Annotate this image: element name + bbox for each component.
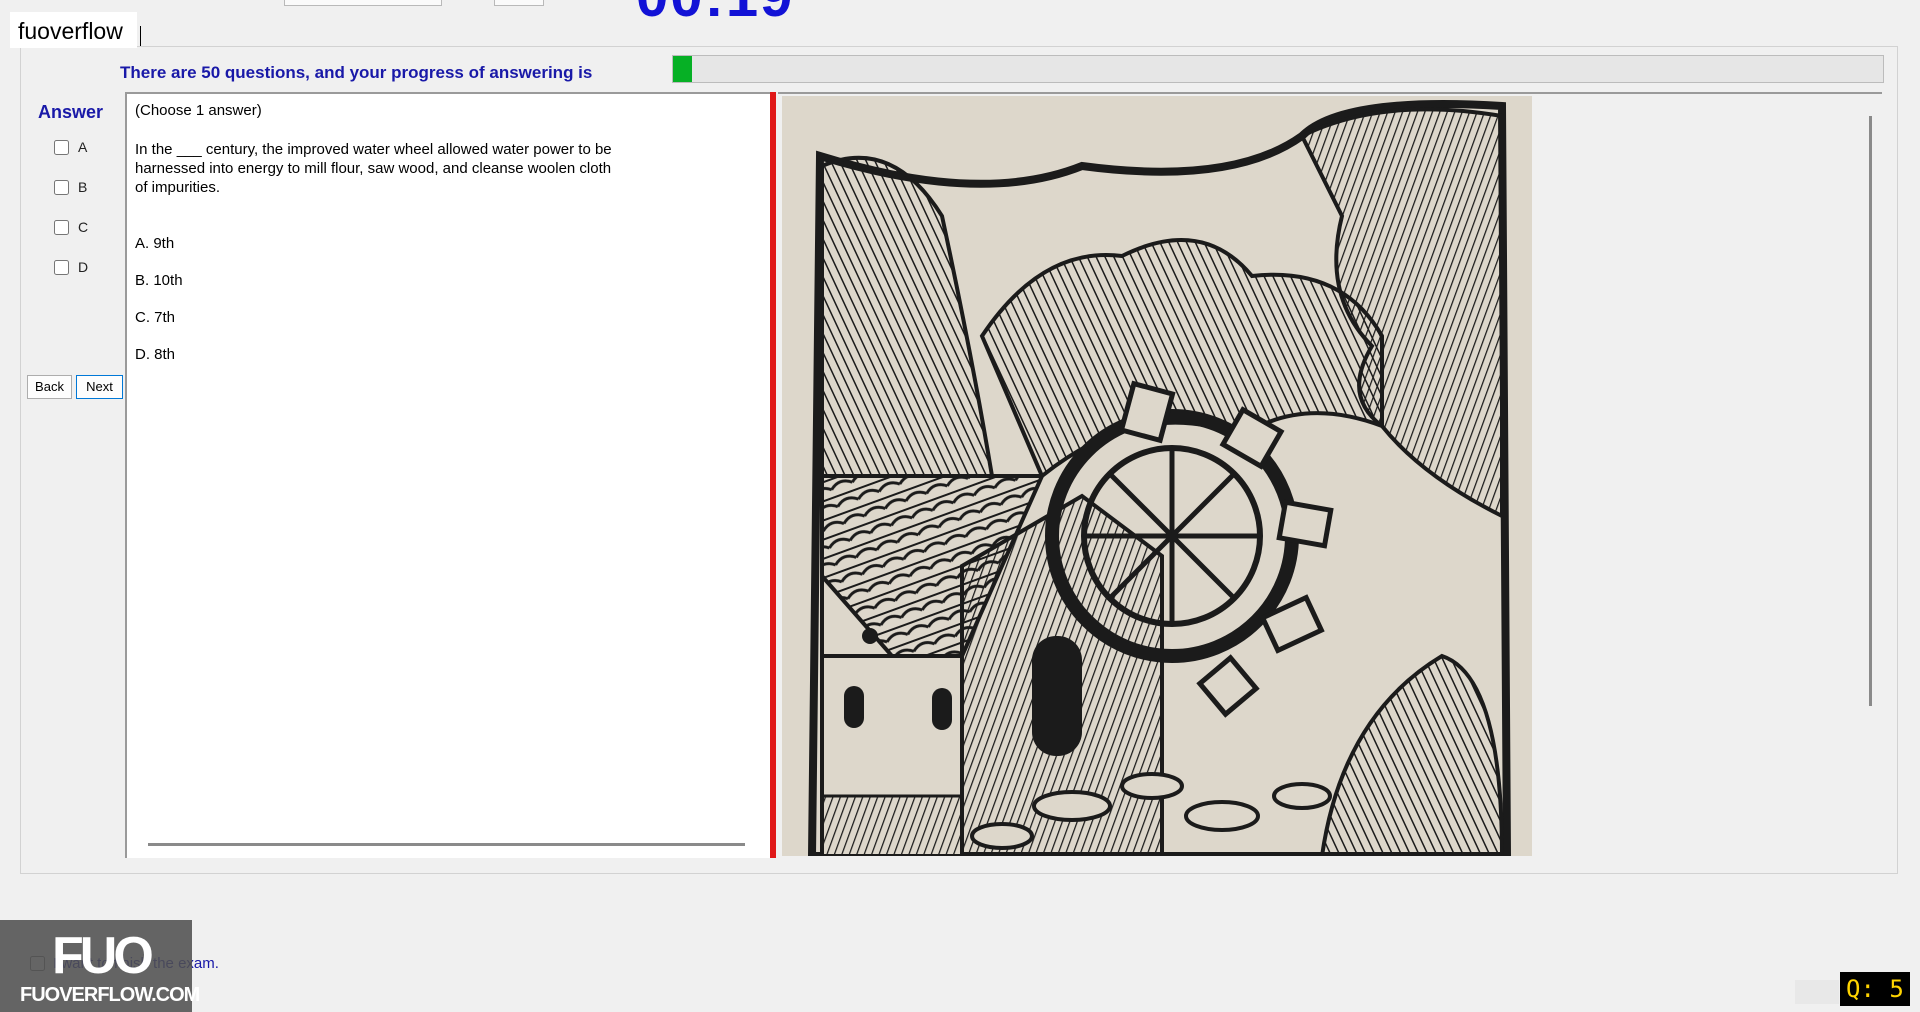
answer-option-c[interactable]: C bbox=[54, 217, 88, 237]
question-option-c: C. 7th bbox=[135, 309, 176, 326]
answer-heading: Answer bbox=[38, 102, 104, 122]
answer-option-d[interactable]: D bbox=[54, 257, 88, 277]
brand-tag: fuoverflow bbox=[10, 12, 137, 48]
question-instruction: (Choose 1 answer) bbox=[135, 102, 262, 119]
exam-timer: 00:19 bbox=[636, 0, 794, 26]
answer-checkbox-c[interactable] bbox=[54, 219, 69, 235]
answer-checkbox-a[interactable] bbox=[54, 139, 69, 155]
woodcut-image bbox=[782, 96, 1532, 856]
answer-option-label: D bbox=[78, 259, 89, 275]
answer-option-label: C bbox=[78, 219, 89, 235]
horizontal-scrollbar[interactable] bbox=[148, 843, 745, 846]
answer-option-b[interactable]: B bbox=[54, 177, 87, 197]
top-small-field[interactable] bbox=[494, 0, 544, 6]
top-input-field[interactable] bbox=[284, 0, 442, 6]
question-option-a: A. 9th bbox=[135, 235, 175, 252]
woodcut-water-wheel-illustration bbox=[782, 96, 1532, 856]
question-option-b: B. 10th bbox=[135, 272, 183, 289]
vertical-scrollbar[interactable] bbox=[1869, 116, 1872, 706]
watermark-site: FUOVERFLOW.COM bbox=[20, 984, 200, 1006]
question-option-d: D. 8th bbox=[135, 346, 176, 363]
answer-checkbox-b[interactable] bbox=[54, 179, 69, 195]
question-counter: Q: 5 bbox=[1840, 972, 1910, 1006]
question-text: In the ___ century, the improved water w… bbox=[135, 141, 612, 196]
panel-divider[interactable] bbox=[770, 92, 776, 858]
watermark-logo: FUO bbox=[52, 927, 154, 985]
next-button[interactable]: Next bbox=[76, 375, 123, 399]
fuoverflow-watermark: FUO FUOVERFLOW.COM bbox=[0, 920, 200, 1012]
answer-option-label: B bbox=[78, 179, 88, 195]
answer-checkbox-d[interactable] bbox=[54, 259, 69, 275]
bottom-status-box bbox=[1795, 980, 1839, 1004]
progress-bar-fill bbox=[673, 56, 693, 82]
text-caret bbox=[140, 26, 141, 46]
back-button[interactable]: Back bbox=[27, 375, 72, 399]
progress-bar bbox=[672, 55, 1884, 83]
question-panel bbox=[125, 92, 771, 858]
answer-option-a[interactable]: A bbox=[54, 137, 87, 157]
answer-option-label: A bbox=[78, 139, 88, 155]
progress-label: There are 50 questions, and your progres… bbox=[120, 63, 593, 82]
